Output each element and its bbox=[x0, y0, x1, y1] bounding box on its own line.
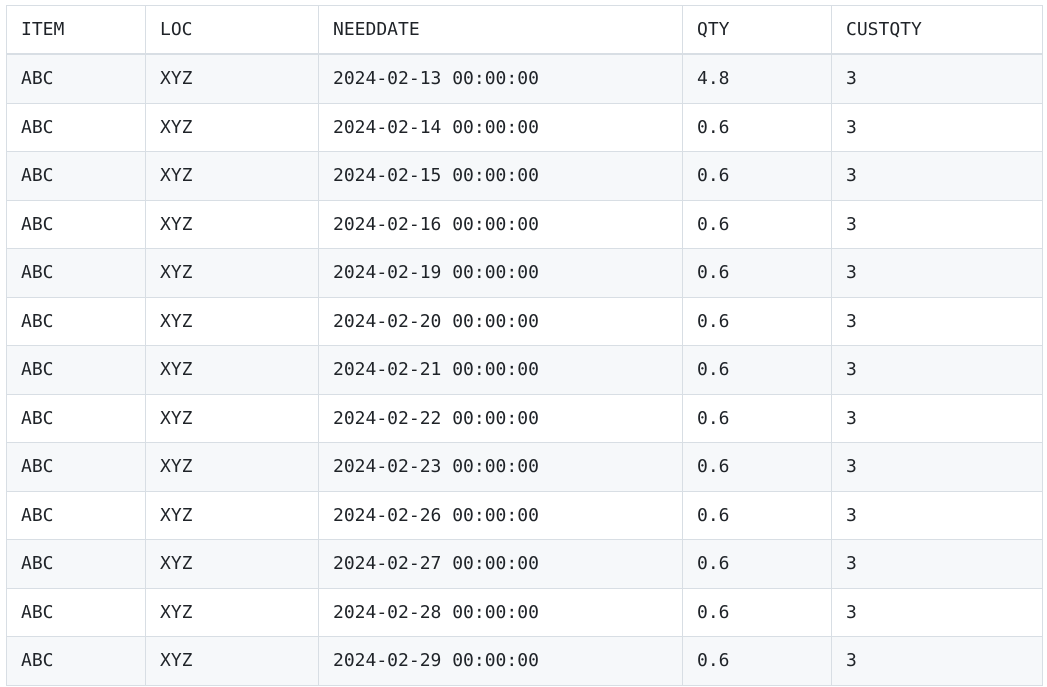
cell-custqty: 3 bbox=[831, 345, 1043, 395]
cell-custqty: 3 bbox=[831, 248, 1043, 298]
cell-qty: 0.6 bbox=[682, 102, 832, 152]
header-qty: QTY bbox=[682, 5, 832, 55]
table-row: ABC XYZ 2024-02-21 00:00:00 0.6 3 bbox=[6, 345, 1043, 395]
table-row: ABC XYZ 2024-02-19 00:00:00 0.6 3 bbox=[6, 248, 1043, 298]
header-item: ITEM bbox=[6, 5, 146, 55]
cell-item: ABC bbox=[6, 393, 146, 443]
cell-custqty: 3 bbox=[831, 539, 1043, 589]
header-needdate: NEEDDATE bbox=[318, 5, 683, 55]
cell-custqty: 3 bbox=[831, 102, 1043, 152]
cell-qty: 0.6 bbox=[682, 490, 832, 540]
cell-custqty: 3 bbox=[831, 636, 1043, 686]
cell-qty: 0.6 bbox=[682, 587, 832, 637]
cell-loc: XYZ bbox=[145, 587, 319, 637]
cell-custqty: 3 bbox=[831, 587, 1043, 637]
cell-loc: XYZ bbox=[145, 296, 319, 346]
cell-item: ABC bbox=[6, 636, 146, 686]
table-row: ABC XYZ 2024-02-26 00:00:00 0.6 3 bbox=[6, 490, 1043, 540]
cell-item: ABC bbox=[6, 490, 146, 540]
cell-needdate: 2024-02-26 00:00:00 bbox=[318, 490, 683, 540]
table-row: ABC XYZ 2024-02-15 00:00:00 0.6 3 bbox=[6, 151, 1043, 201]
cell-custqty: 3 bbox=[831, 442, 1043, 492]
data-table: ITEM LOC NEEDDATE QTY CUSTQTY ABC XYZ 2024… bbox=[6, 5, 1043, 686]
table-row: ABC XYZ 2024-02-16 00:00:00 0.6 3 bbox=[6, 199, 1043, 249]
cell-item: ABC bbox=[6, 345, 146, 395]
cell-item: ABC bbox=[6, 151, 146, 201]
cell-needdate: 2024-02-29 00:00:00 bbox=[318, 636, 683, 686]
cell-loc: XYZ bbox=[145, 248, 319, 298]
table-row: ABC XYZ 2024-02-13 00:00:00 4.8 3 bbox=[6, 53, 1043, 104]
cell-custqty: 3 bbox=[831, 199, 1043, 249]
cell-loc: XYZ bbox=[145, 636, 319, 686]
cell-qty: 0.6 bbox=[682, 199, 832, 249]
cell-loc: XYZ bbox=[145, 490, 319, 540]
table-row: ABC XYZ 2024-02-22 00:00:00 0.6 3 bbox=[6, 393, 1043, 443]
cell-item: ABC bbox=[6, 539, 146, 589]
cell-needdate: 2024-02-28 00:00:00 bbox=[318, 587, 683, 637]
cell-loc: XYZ bbox=[145, 53, 319, 104]
cell-qty: 0.6 bbox=[682, 345, 832, 395]
cell-qty: 0.6 bbox=[682, 393, 832, 443]
cell-custqty: 3 bbox=[831, 490, 1043, 540]
cell-qty: 0.6 bbox=[682, 442, 832, 492]
cell-loc: XYZ bbox=[145, 199, 319, 249]
header-row: ITEM LOC NEEDDATE QTY CUSTQTY bbox=[6, 5, 1043, 55]
cell-needdate: 2024-02-23 00:00:00 bbox=[318, 442, 683, 492]
cell-qty: 0.6 bbox=[682, 539, 832, 589]
cell-qty: 0.6 bbox=[682, 636, 832, 686]
table-row: ABC XYZ 2024-02-14 00:00:00 0.6 3 bbox=[6, 102, 1043, 152]
cell-needdate: 2024-02-20 00:00:00 bbox=[318, 296, 683, 346]
cell-custqty: 3 bbox=[831, 393, 1043, 443]
cell-custqty: 3 bbox=[831, 151, 1043, 201]
cell-item: ABC bbox=[6, 102, 146, 152]
cell-loc: XYZ bbox=[145, 393, 319, 443]
cell-needdate: 2024-02-14 00:00:00 bbox=[318, 102, 683, 152]
cell-needdate: 2024-02-19 00:00:00 bbox=[318, 248, 683, 298]
table-row: ABC XYZ 2024-02-20 00:00:00 0.6 3 bbox=[6, 296, 1043, 346]
table-body: ABC XYZ 2024-02-13 00:00:00 4.8 3 ABC XYZ 2024-… bbox=[6, 53, 1043, 686]
cell-custqty: 3 bbox=[831, 53, 1043, 104]
cell-needdate: 2024-02-15 00:00:00 bbox=[318, 151, 683, 201]
cell-loc: XYZ bbox=[145, 539, 319, 589]
cell-item: ABC bbox=[6, 587, 146, 637]
cell-qty: 0.6 bbox=[682, 151, 832, 201]
header-loc: LOC bbox=[145, 5, 319, 55]
cell-loc: XYZ bbox=[145, 345, 319, 395]
header-custqty: CUSTQTY bbox=[831, 5, 1043, 55]
cell-custqty: 3 bbox=[831, 296, 1043, 346]
cell-loc: XYZ bbox=[145, 102, 319, 152]
table-row: ABC XYZ 2024-02-29 00:00:00 0.6 3 bbox=[6, 636, 1043, 686]
cell-qty: 0.6 bbox=[682, 248, 832, 298]
cell-loc: XYZ bbox=[145, 442, 319, 492]
cell-needdate: 2024-02-27 00:00:00 bbox=[318, 539, 683, 589]
cell-item: ABC bbox=[6, 199, 146, 249]
table-row: ABC XYZ 2024-02-23 00:00:00 0.6 3 bbox=[6, 442, 1043, 492]
cell-item: ABC bbox=[6, 442, 146, 492]
cell-needdate: 2024-02-16 00:00:00 bbox=[318, 199, 683, 249]
cell-qty: 4.8 bbox=[682, 53, 832, 104]
cell-needdate: 2024-02-22 00:00:00 bbox=[318, 393, 683, 443]
table-row: ABC XYZ 2024-02-27 00:00:00 0.6 3 bbox=[6, 539, 1043, 589]
cell-needdate: 2024-02-13 00:00:00 bbox=[318, 53, 683, 104]
cell-qty: 0.6 bbox=[682, 296, 832, 346]
cell-needdate: 2024-02-21 00:00:00 bbox=[318, 345, 683, 395]
table-row: ABC XYZ 2024-02-28 00:00:00 0.6 3 bbox=[6, 587, 1043, 637]
cell-item: ABC bbox=[6, 296, 146, 346]
data-table-container: ITEM LOC NEEDDATE QTY CUSTQTY ABC XYZ 2024… bbox=[6, 5, 1043, 686]
table-header: ITEM LOC NEEDDATE QTY CUSTQTY bbox=[6, 5, 1043, 55]
cell-item: ABC bbox=[6, 248, 146, 298]
cell-loc: XYZ bbox=[145, 151, 319, 201]
cell-item: ABC bbox=[6, 53, 146, 104]
